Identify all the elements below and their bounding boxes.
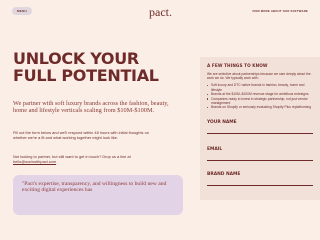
testimonial-quote: "Pact's expertise, transparency, and wil… [22,181,167,194]
testimonial-card: "Pact's expertise, transparency, and wil… [13,175,183,215]
form-intro: We are selective about partnerships beca… [207,72,311,81]
page-title: Unlock your full potential [13,49,159,85]
criteria-list: Soft luxury and DTC native brands in fas… [207,83,313,109]
brand-logo[interactable]: pact. [149,5,172,20]
software-link[interactable]: FIND MORE ABOUT OUR SOFTWARE [252,9,308,13]
email-field-label: Email [207,147,223,152]
top-bar: MENU pact. FIND MORE ABOUT OUR SOFTWARE [0,0,320,22]
response-paragraph: Fill out the form below and we'll respon… [13,130,149,141]
brand-name-field-label: Brand Name [207,172,241,177]
email-field[interactable] [207,154,313,161]
list-item: Soft luxury and DTC native brands in fas… [207,83,313,92]
brand-name-field[interactable] [207,179,313,186]
list-item: Brands on Shopify or seriously evaluatin… [207,105,313,109]
contact-email-link[interactable]: hello@workwithpact.com [13,159,56,164]
contact-form: A few things to know We are selective ab… [200,57,320,200]
contact-paragraph: Not looking to partner, but still want t… [13,154,161,164]
form-title: A few things to know [207,63,268,68]
menu-button[interactable]: MENU [12,7,32,15]
name-field-label: Your Name [207,120,237,125]
list-item: Companies ready to invest in strategic p… [207,97,313,106]
name-field[interactable] [207,127,313,134]
intro-lede: We partner with soft luxury brands acros… [13,100,169,114]
